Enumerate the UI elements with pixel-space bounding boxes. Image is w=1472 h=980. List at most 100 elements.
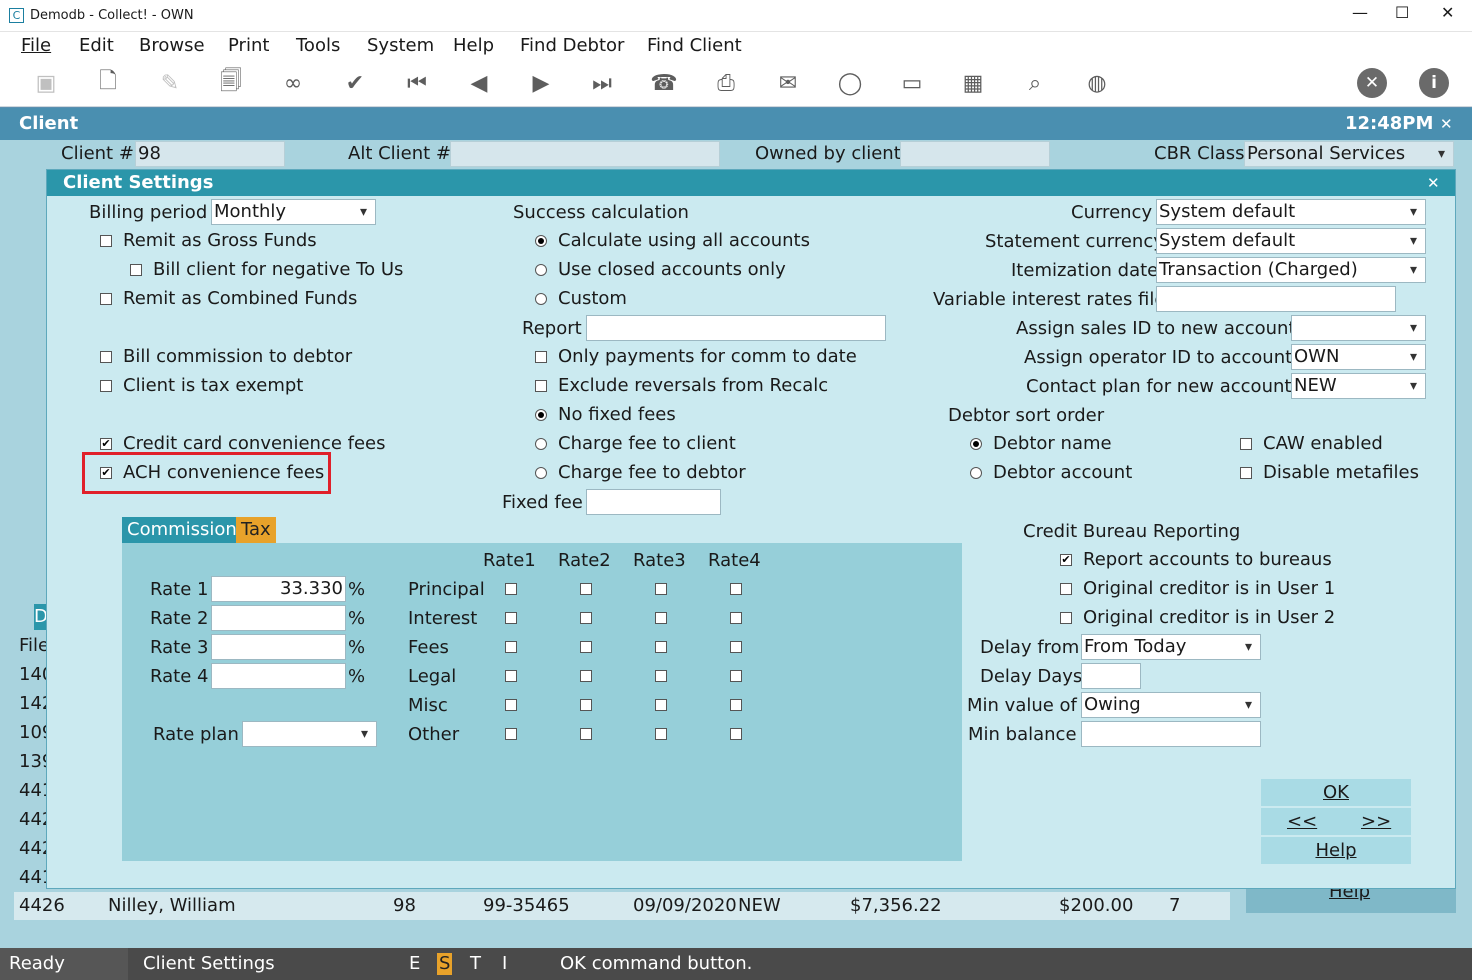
sort-name-radio[interactable] (970, 438, 982, 450)
menu-browse[interactable]: Browse (139, 35, 205, 57)
bill-negative-checkbox[interactable] (130, 264, 142, 276)
first-icon[interactable]: ⏮ (402, 68, 432, 98)
client-close-button[interactable]: ✕ (1440, 113, 1453, 135)
success-all-radio[interactable] (535, 235, 547, 247)
next-icon[interactable]: ▶ (526, 68, 556, 98)
delay-days-field[interactable] (1081, 663, 1141, 689)
client-no-field[interactable]: 98 (135, 141, 285, 167)
rate-category-checkbox[interactable] (730, 612, 742, 624)
tax-exempt-checkbox[interactable] (100, 380, 112, 392)
rate-category-checkbox[interactable] (655, 641, 667, 653)
rate-category-checkbox[interactable] (730, 641, 742, 653)
sort-account-radio[interactable] (970, 467, 982, 479)
delay-from-select[interactable]: From Today (1081, 634, 1261, 660)
sales-id-select[interactable] (1291, 315, 1426, 341)
help-button[interactable]: Help (1261, 837, 1411, 864)
rate-category-checkbox[interactable] (505, 641, 517, 653)
menu-find-client[interactable]: Find Client (647, 35, 742, 57)
table-row[interactable]: 4426 Nilley, William 98 99-35465 09/09/2… (14, 892, 1230, 920)
menu-tools[interactable]: Tools (296, 35, 340, 57)
info-icon[interactable]: i (1419, 68, 1449, 98)
cbr-class-select[interactable]: Personal Services (1244, 141, 1454, 167)
rate-4-field[interactable] (211, 663, 346, 689)
stmt-currency-select[interactable]: System default (1156, 228, 1426, 254)
last-icon[interactable]: ⏭ (587, 68, 617, 98)
rate-category-checkbox[interactable] (655, 699, 667, 711)
success-custom-radio[interactable] (535, 293, 547, 305)
menu-help[interactable]: Help (453, 35, 494, 57)
print-icon[interactable]: ⎙ (711, 68, 741, 98)
menu-system[interactable]: System (367, 35, 434, 57)
maximize-button[interactable]: ☐ (1395, 2, 1409, 24)
rate-category-checkbox[interactable] (655, 583, 667, 595)
rate-category-checkbox[interactable] (580, 728, 592, 740)
rate-category-checkbox[interactable] (580, 670, 592, 682)
delete-icon[interactable]: ✕ (1357, 68, 1387, 98)
metafiles-checkbox[interactable] (1240, 467, 1252, 479)
contact-plan-select[interactable]: NEW (1291, 373, 1426, 399)
mail-icon[interactable]: ✉ (773, 68, 803, 98)
rate-category-checkbox[interactable] (505, 699, 517, 711)
var-interest-field[interactable] (1156, 286, 1396, 312)
remit-combined-checkbox[interactable] (100, 293, 112, 305)
binoculars-icon[interactable]: ∞ (278, 68, 308, 98)
help-button-behind[interactable]: Help (1246, 889, 1456, 913)
prev-icon[interactable]: ◀ (464, 68, 494, 98)
min-value-select[interactable]: Owing (1081, 692, 1261, 718)
prev-button[interactable]: << (1287, 811, 1317, 833)
rate-3-field[interactable] (211, 634, 346, 660)
rate-category-checkbox[interactable] (505, 612, 517, 624)
success-closed-radio[interactable] (535, 264, 547, 276)
phone-icon[interactable]: ☎ (649, 68, 679, 98)
currency-select[interactable]: System default (1156, 199, 1426, 225)
search-icon[interactable]: ⌕ (1020, 68, 1050, 98)
fee-debtor-radio[interactable] (535, 467, 547, 479)
rate-category-checkbox[interactable] (505, 728, 517, 740)
rate-category-checkbox[interactable] (505, 583, 517, 595)
next-button[interactable]: >> (1361, 811, 1391, 833)
menu-file[interactable]: File (21, 35, 51, 57)
no-fixed-fees-radio[interactable] (535, 409, 547, 421)
check-icon[interactable]: ✔ (340, 68, 370, 98)
only-payments-checkbox[interactable] (535, 351, 547, 363)
debtor-tab[interactable]: D (34, 604, 46, 630)
cc-fees-checkbox[interactable]: ✔ (100, 438, 112, 450)
menu-print[interactable]: Print (228, 35, 269, 57)
new-doc-icon[interactable]: 🗋 (93, 68, 123, 98)
ok-button[interactable]: OK (1261, 779, 1411, 806)
search-doc-icon[interactable]: 🗐 (216, 68, 246, 98)
rate-category-checkbox[interactable] (655, 612, 667, 624)
minimize-button[interactable]: — (1352, 2, 1368, 24)
close-window-button[interactable]: ✕ (1441, 2, 1454, 24)
rate-category-checkbox[interactable] (580, 699, 592, 711)
rate-category-checkbox[interactable] (580, 641, 592, 653)
tab-commission[interactable]: Commission (122, 517, 242, 543)
cbr-user2-checkbox[interactable] (1060, 612, 1072, 624)
chat-icon[interactable]: ◯ (835, 68, 865, 98)
fixed-fee-field[interactable] (586, 489, 721, 515)
fee-client-radio[interactable] (535, 438, 547, 450)
edit-doc-icon[interactable]: ✎ (155, 68, 185, 98)
itemization-select[interactable]: Transaction (Charged) (1156, 257, 1426, 283)
billing-period-select[interactable]: Monthly (211, 199, 376, 225)
rate-category-checkbox[interactable] (730, 699, 742, 711)
operator-id-select[interactable]: OWN (1291, 344, 1426, 370)
menu-edit[interactable]: Edit (79, 35, 114, 57)
calendar-add-icon[interactable]: ▦ (958, 68, 988, 98)
rate-category-checkbox[interactable] (730, 670, 742, 682)
rate-plan-select[interactable] (242, 721, 377, 747)
remit-gross-checkbox[interactable] (100, 235, 112, 247)
rate-category-checkbox[interactable] (580, 583, 592, 595)
rate-category-checkbox[interactable] (655, 670, 667, 682)
min-balance-field[interactable] (1081, 721, 1261, 747)
rate-category-checkbox[interactable] (730, 728, 742, 740)
report-field[interactable] (586, 315, 886, 341)
card-payment-icon[interactable]: ▭ (897, 68, 927, 98)
caw-checkbox[interactable] (1240, 438, 1252, 450)
globe-icon[interactable]: ◍ (1082, 68, 1112, 98)
save-icon[interactable]: ▣ (31, 68, 61, 98)
rate-category-checkbox[interactable] (655, 728, 667, 740)
rate-1-field[interactable]: 33.330 (211, 576, 346, 602)
rate-category-checkbox[interactable] (580, 612, 592, 624)
cbr-user1-checkbox[interactable] (1060, 583, 1072, 595)
